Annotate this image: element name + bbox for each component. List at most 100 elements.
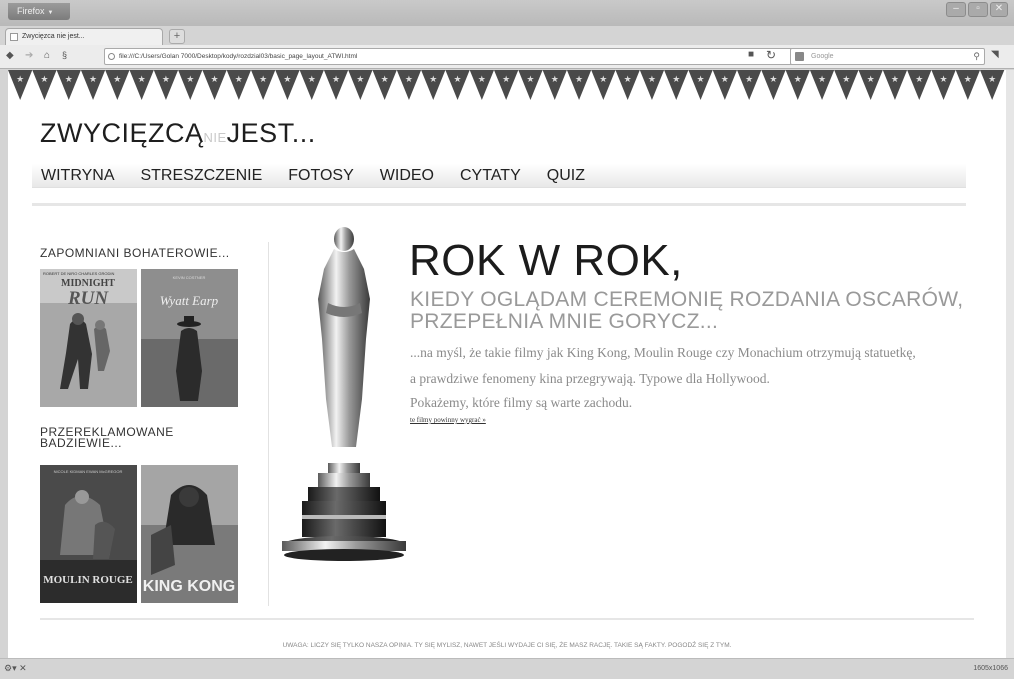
star-icon: ★ xyxy=(526,74,534,84)
subheadline: KIEDY OGLĄDAM CEREMONIĘ ROZDANIA OSCARÓW… xyxy=(410,288,964,333)
star-icon: ★ xyxy=(211,74,219,84)
site-title-main: ZWYCIĘZCĄ xyxy=(40,118,204,148)
star-icon: ★ xyxy=(891,74,899,84)
forward-icon[interactable]: ➔ xyxy=(25,50,33,61)
firefox-menu-label: Firefox xyxy=(17,6,45,16)
search-placeholder: Google xyxy=(811,53,834,60)
poster-king-kong[interactable]: KING KONG xyxy=(141,465,238,603)
star-icon: ★ xyxy=(721,74,729,84)
sidebar-heading-forgotten: ZAPOMNIANI BOHATEROWIE... xyxy=(40,246,230,260)
back-icon[interactable]: ◆ xyxy=(6,50,14,61)
vertical-scrollbar[interactable] xyxy=(1006,70,1014,658)
globe-icon xyxy=(108,53,115,60)
menu-item-witryna[interactable]: WITRYNA xyxy=(41,164,114,187)
firefox-menu-button[interactable]: Firefox ▼ xyxy=(8,3,70,20)
star-icon: ★ xyxy=(915,74,923,84)
star-icon: ★ xyxy=(867,74,875,84)
poster-actors-text: ROBERT DE NIRO CHARLES GRODIN xyxy=(43,271,115,276)
poster-title: MOULIN ROUGE xyxy=(43,574,133,586)
navigation-toolbar: ◆ ➔ ⌂ § file:///C:/Users/Golan 7000/Desk… xyxy=(0,45,1014,69)
title-bar: Firefox ▼ – ▫ ✕ xyxy=(0,0,1014,26)
reload-icon[interactable]: ↻ xyxy=(766,48,776,62)
poster-actors-text: NICOLE KIDMAN EWAN McGREGOR xyxy=(54,469,123,474)
star-icon: ★ xyxy=(138,74,146,84)
site-title: ZWYCIĘZCĄNIEJEST... xyxy=(40,118,316,149)
star-icon: ★ xyxy=(381,74,389,84)
home-icon[interactable]: ⌂ xyxy=(44,50,50,61)
star-icon: ★ xyxy=(551,74,559,84)
history-icon[interactable]: § xyxy=(62,50,67,60)
star-icon: ★ xyxy=(40,74,48,84)
new-tab-button[interactable]: + xyxy=(169,29,185,44)
star-icon: ★ xyxy=(65,74,73,84)
browser-tab[interactable]: Zwycięzca nie jest... xyxy=(5,28,163,45)
star-icon: ★ xyxy=(429,74,437,84)
status-dimensions: 1605x1066 xyxy=(973,665,1008,672)
star-icon: ★ xyxy=(624,74,632,84)
top-divider xyxy=(32,203,966,206)
addon-bar-icon[interactable]: ⚙▾ ✕ xyxy=(4,663,27,674)
bunting-banner: ★ ★ ★ ★ ★ ★ ★ ★ ★ ★ ★ ★ ★ ★ ★ ★ ★ ★ ★ ★ ★ ★ ★ ★ ★ ★ ★ ★ ★ ★ ★ ★ ★ ★ ★ ★ ★ ★ ★ ★… xyxy=(8,70,1005,100)
poster-midnight-run[interactable]: ROBERT DE NIRO CHARLES GRODIN MIDNIGHT R… xyxy=(40,269,137,407)
body-line-2: a prawdziwe fenomeny kina przegrywają. T… xyxy=(410,371,770,386)
should-win-link[interactable]: te filmy powinny wygrać » xyxy=(410,416,486,424)
star-icon: ★ xyxy=(648,74,656,84)
search-icon[interactable]: ⚲ xyxy=(973,49,980,64)
poster-title-line2: RUN xyxy=(67,288,109,309)
star-icon: ★ xyxy=(259,74,267,84)
menu-item-fotosy[interactable]: FOTOSY xyxy=(288,164,354,187)
tab-title: Zwycięzca nie jest... xyxy=(22,33,85,40)
bookmark-icon[interactable]: ■ xyxy=(748,49,754,60)
star-icon: ★ xyxy=(599,74,607,84)
star-icon: ★ xyxy=(235,74,243,84)
bottom-divider xyxy=(40,618,974,620)
star-icon: ★ xyxy=(842,74,850,84)
menu-item-cytaty[interactable]: CYTATY xyxy=(460,164,521,187)
star-icon: ★ xyxy=(502,74,510,84)
star-icon: ★ xyxy=(964,74,972,84)
star-icon: ★ xyxy=(575,74,583,84)
main-menu: WITRYNA STRESZCZENIE FOTOSY WIDEO CYTATY… xyxy=(32,164,966,188)
star-icon: ★ xyxy=(940,74,948,84)
url-bar[interactable]: file:///C:/Users/Golan 7000/Desktop/kody… xyxy=(104,48,826,65)
poster-wyatt-earp[interactable]: KEVIN COSTNER Wyatt Earp xyxy=(141,269,238,407)
search-bar[interactable]: Google ⚲ xyxy=(790,48,985,65)
poster-moulin-rouge[interactable]: NICOLE KIDMAN EWAN McGREGOR MOULIN ROUGE xyxy=(40,465,137,603)
star-icon: ★ xyxy=(478,74,486,84)
url-text: file:///C:/Users/Golan 7000/Desktop/kody… xyxy=(119,53,358,60)
close-button[interactable]: ✕ xyxy=(990,2,1008,17)
star-icon: ★ xyxy=(697,74,705,84)
minimize-button[interactable]: – xyxy=(946,2,966,17)
body-line-1: ...na myśl, że takie filmy jak King Kong… xyxy=(410,345,916,360)
site-title-end: JEST... xyxy=(226,118,316,148)
sidebar-divider xyxy=(268,242,269,606)
star-icon: ★ xyxy=(769,74,777,84)
status-bar: ⚙▾ ✕ 1605x1066 xyxy=(0,658,1014,679)
footer-disclaimer: UWAGA: LICZY SIĘ TYLKO NASZA OPINIA. TY … xyxy=(282,642,732,649)
star-icon: ★ xyxy=(113,74,121,84)
poster-title: Wyatt Earp xyxy=(160,293,219,308)
star-icon: ★ xyxy=(16,74,24,84)
body-line-3: Pokażemy, które filmy są warte zachodu. xyxy=(410,395,633,410)
browser-window: Firefox ▼ – ▫ ✕ Zwycięzca nie jest... + ◆… xyxy=(0,0,1014,679)
page-viewport: ★ ★ ★ ★ ★ ★ ★ ★ ★ ★ ★ ★ ★ ★ ★ ★ ★ ★ ★ ★ ★ ★ ★ ★ ★ ★ ★ ★ ★ ★ ★ ★ ★ ★ ★ ★ ★ ★ ★ ★… xyxy=(8,70,1006,658)
search-engine-icon[interactable] xyxy=(795,52,804,61)
maximize-button[interactable]: ▫ xyxy=(968,2,988,17)
menu-item-streszczenie[interactable]: STRESZCZENIE xyxy=(140,164,262,187)
oscar-statuette-image xyxy=(282,227,406,561)
headline: ROK W ROK, xyxy=(409,236,683,285)
star-icon: ★ xyxy=(308,74,316,84)
star-icon: ★ xyxy=(405,74,413,84)
star-icon: ★ xyxy=(672,74,680,84)
menu-item-quiz[interactable]: QUIZ xyxy=(547,164,585,187)
star-icon: ★ xyxy=(988,74,996,84)
extension-icon[interactable]: ◥ xyxy=(991,49,999,60)
menu-item-wideo[interactable]: WIDEO xyxy=(380,164,434,187)
star-icon: ★ xyxy=(745,74,753,84)
star-icon: ★ xyxy=(162,74,170,84)
sidebar-heading-overrated: PRZEREKLAMOWANE BADZIEWIE... xyxy=(40,425,174,450)
window-controls: – ▫ ✕ xyxy=(946,2,1008,17)
star-icon: ★ xyxy=(186,74,194,84)
site-title-nie: NIE xyxy=(203,130,227,145)
star-icon: ★ xyxy=(356,74,364,84)
